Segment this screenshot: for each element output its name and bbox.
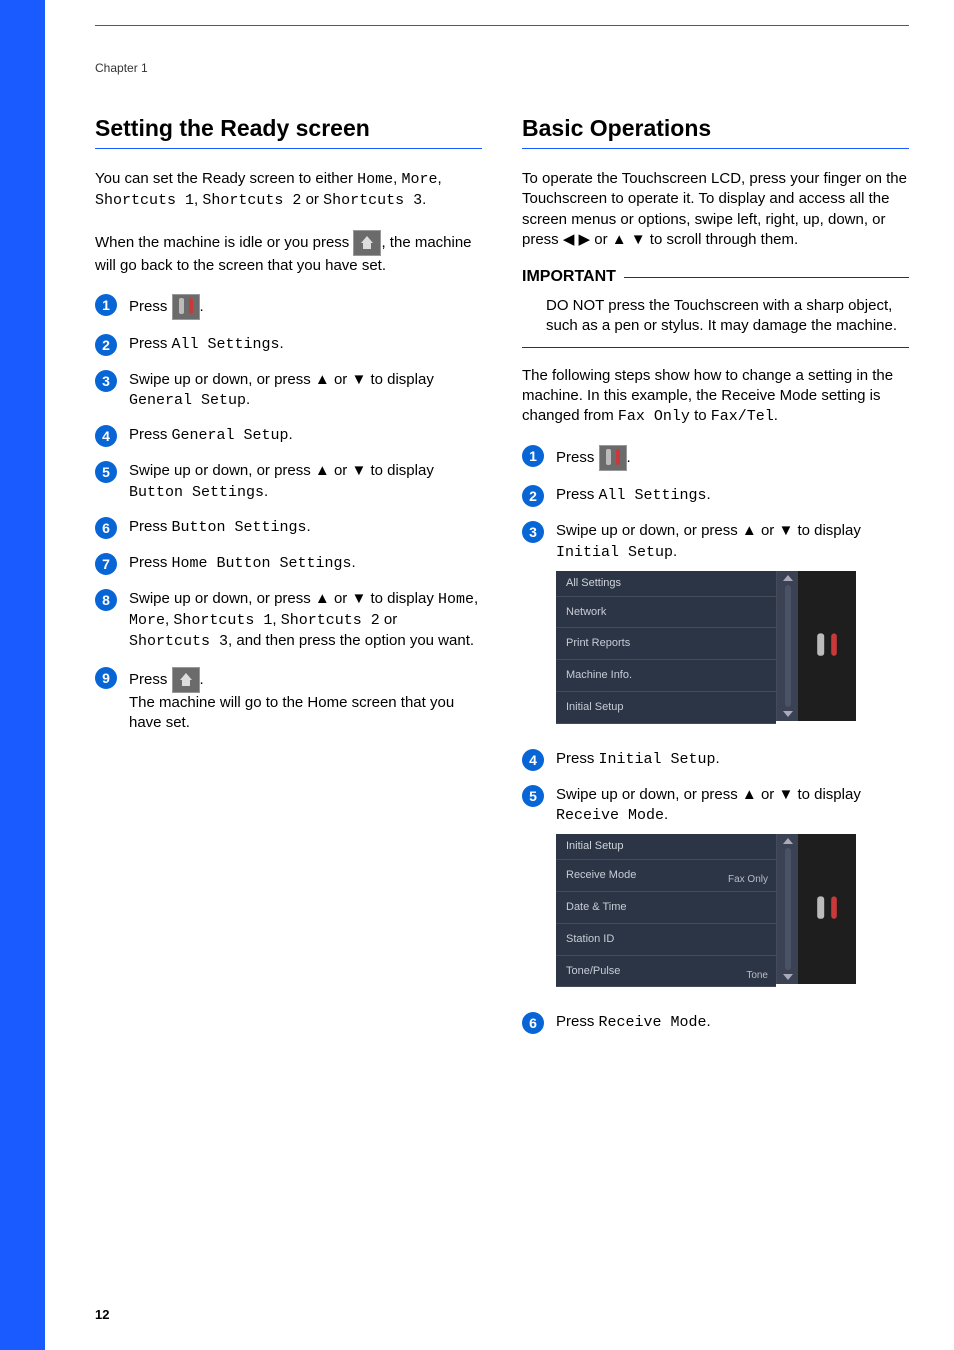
scroll-up-icon[interactable] — [783, 575, 793, 581]
ts-header: All Settings — [556, 571, 776, 597]
scroll-down-icon[interactable] — [783, 974, 793, 980]
ts-item-receive-mode[interactable]: Receive ModeFax Only — [556, 860, 776, 892]
step-number: 2 — [522, 485, 544, 507]
step-number: 1 — [95, 294, 117, 316]
ts-tools-panel[interactable] — [798, 834, 856, 984]
heading-setting-ready: Setting the Ready screen — [95, 115, 482, 149]
step-number: 3 — [95, 370, 117, 392]
step-number: 7 — [95, 553, 117, 575]
settings-icon — [599, 445, 627, 471]
basic-intro: To operate the Touchscreen LCD, press yo… — [522, 169, 909, 250]
step-number: 9 — [95, 667, 117, 689]
scroll-down-icon[interactable] — [783, 711, 793, 717]
header-rule — [95, 25, 909, 26]
example-intro: The following steps show how to change a… — [522, 366, 909, 428]
step-number: 4 — [95, 425, 117, 447]
tools-icon — [816, 897, 838, 922]
ts-item-initial-setup[interactable]: Initial Setup — [556, 692, 776, 724]
step-number: 2 — [95, 334, 117, 356]
ts-item-network[interactable]: Network — [556, 597, 776, 629]
touchscreen-initial-setup: Initial Setup Receive ModeFax Only Date … — [556, 834, 856, 984]
ts-item-tone-pulse[interactable]: Tone/PulseTone — [556, 956, 776, 988]
step-number: 6 — [95, 517, 117, 539]
page-accent-sidebar — [0, 0, 45, 1350]
ts-tools-panel[interactable] — [798, 571, 856, 721]
ts-item-date-time[interactable]: Date & Time — [556, 892, 776, 924]
left-column: Setting the Ready screen You can set the… — [95, 115, 482, 1048]
important-title: IMPORTANT — [522, 268, 909, 286]
ts-scrollbar[interactable] — [776, 834, 798, 984]
chapter-label: Chapter 1 — [95, 61, 909, 75]
steps-list-left: 1 Press . 2 Press All Settings. 3 Swipe … — [95, 294, 482, 733]
ts-header: Initial Setup — [556, 834, 776, 860]
step-number: 3 — [522, 521, 544, 543]
home-icon — [172, 667, 200, 693]
settings-icon — [172, 294, 200, 320]
touchscreen-all-settings: All Settings Network Print Reports Machi… — [556, 571, 856, 721]
scroll-up-icon[interactable] — [783, 838, 793, 844]
ts-scrollbar[interactable] — [776, 571, 798, 721]
step-number: 5 — [95, 461, 117, 483]
tools-icon — [816, 633, 838, 658]
ts-item-station-id[interactable]: Station ID — [556, 924, 776, 956]
heading-basic-operations: Basic Operations — [522, 115, 909, 149]
step-number: 6 — [522, 1012, 544, 1034]
step-number: 1 — [522, 445, 544, 467]
right-column: Basic Operations To operate the Touchscr… — [522, 115, 909, 1048]
ts-item-print-reports[interactable]: Print Reports — [556, 628, 776, 660]
ts-item-machine-info[interactable]: Machine Info. — [556, 660, 776, 692]
step-number: 8 — [95, 589, 117, 611]
step-number: 5 — [522, 785, 544, 807]
page-number: 12 — [95, 1307, 109, 1322]
important-body: DO NOT press the Touchscreen with a shar… — [522, 290, 909, 348]
idle-paragraph: When the machine is idle or you press , … — [95, 230, 482, 276]
intro-paragraph: You can set the Ready screen to either H… — [95, 169, 482, 212]
important-box: IMPORTANT DO NOT press the Touchscreen w… — [522, 268, 909, 348]
steps-list-right: 1 Press . 2 Press All Settings. 3 Swipe … — [522, 445, 909, 1034]
page-content: Chapter 1 Setting the Ready screen You c… — [45, 0, 954, 1350]
step-number: 4 — [522, 749, 544, 771]
home-icon — [353, 230, 381, 256]
